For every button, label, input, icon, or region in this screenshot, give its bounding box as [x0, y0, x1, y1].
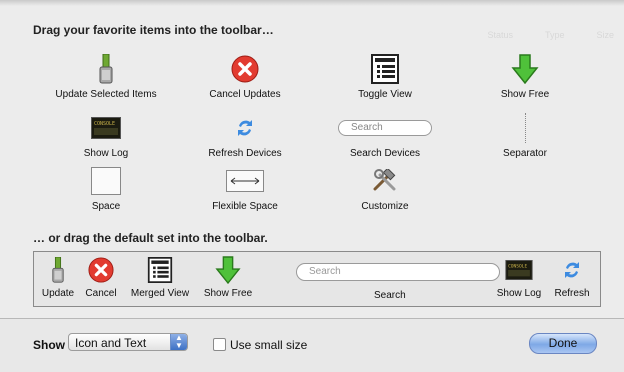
bottom-bar: Show Icon and Text ▲ ▼ Use small size Don…	[0, 318, 624, 372]
toggle-view-icon	[315, 53, 455, 85]
use-small-size-label[interactable]: Use small size	[230, 338, 307, 352]
update-icon	[36, 53, 176, 85]
default-item-show-log: CONSOLE Show Log	[494, 256, 544, 299]
toolbar-item-label: Show Log	[83, 148, 129, 159]
toolbar-item-search-devices[interactable]: Search Search Devices	[315, 112, 455, 159]
bg-header-status: Status	[487, 30, 513, 40]
toolbar-item-separator[interactable]: Separator	[455, 112, 595, 159]
toolbar-item-label: Space	[91, 201, 121, 212]
default-search-field: Search	[296, 263, 500, 281]
toolbar-item-label: Flexible Space	[212, 201, 278, 212]
drag-items-heading: Drag your favorite items into the toolba…	[33, 23, 274, 37]
refresh-icon	[549, 256, 595, 284]
toolbar-item-update-selected[interactable]: Update Selected Items	[36, 53, 176, 100]
default-item-label: Update	[41, 288, 75, 299]
toolbar-item-toggle-view[interactable]: Toggle View	[315, 53, 455, 100]
default-item-label: Cancel	[85, 288, 117, 299]
show-free-arrow-icon	[455, 53, 595, 85]
toolbar-item-label: Customize	[361, 201, 409, 212]
customize-tools-icon	[315, 165, 455, 197]
toolbar-item-customize[interactable]: Customize	[315, 165, 455, 212]
search-field-placeholder: Search	[338, 120, 432, 136]
toolbar-item-cancel-updates[interactable]: Cancel Updates	[175, 53, 315, 100]
bg-header-size: Size	[596, 30, 614, 40]
search-field-preview: Search	[315, 112, 455, 144]
toolbar-item-label: Separator	[503, 148, 547, 159]
refresh-icon	[175, 112, 315, 144]
default-item-refresh: Refresh	[549, 256, 595, 299]
cancel-icon	[175, 53, 315, 85]
toolbar-item-refresh-devices[interactable]: Refresh Devices	[175, 112, 315, 159]
use-small-size-checkbox[interactable]	[213, 338, 226, 351]
toolbar-item-show-log[interactable]: CONSOLE Show Log	[36, 112, 176, 159]
toolbar-item-label: Show Free	[500, 89, 550, 100]
popup-arrows-icon: ▲ ▼	[170, 334, 187, 350]
toggle-view-icon	[126, 256, 194, 284]
toolbar-item-label: Search Devices	[349, 148, 421, 159]
show-free-arrow-icon	[200, 256, 256, 284]
background-column-headers: Status Type Size	[487, 30, 614, 40]
separator-icon	[455, 112, 595, 144]
toolbar-item-space[interactable]: Space	[36, 165, 176, 212]
toolbar-item-label: Refresh Devices	[208, 148, 282, 159]
console-icon-text: CONSOLE	[94, 121, 115, 127]
default-item-label: Show Free	[203, 288, 253, 299]
toolbar-item-show-free[interactable]: Show Free	[455, 53, 595, 100]
default-item-label: Show Log	[496, 288, 542, 299]
done-button[interactable]: Done	[529, 333, 597, 354]
update-icon	[40, 256, 76, 284]
toolbar-item-label: Toggle View	[358, 89, 412, 100]
default-item-label: Merged View	[130, 288, 190, 299]
flexible-space-icon	[175, 165, 315, 197]
show-label: Show	[33, 338, 65, 352]
sheet-top-shadow	[0, 0, 624, 6]
default-toolbar-set[interactable]: Update Cancel Merged View Show Free Sear…	[33, 251, 601, 307]
default-search-label: Search	[374, 290, 406, 301]
space-icon	[36, 165, 176, 197]
toolbar-item-flexible-space[interactable]: Flexible Space	[175, 165, 315, 212]
show-mode-popup[interactable]: Icon and Text ▲ ▼	[68, 333, 188, 351]
drag-default-heading: … or drag the default set into the toolb…	[33, 231, 268, 245]
show-mode-value: Icon and Text	[75, 336, 147, 350]
bg-header-type: Type	[544, 30, 565, 40]
customize-toolbar-sheet: Status Type Size Drag your favorite item…	[0, 0, 624, 372]
cancel-icon	[82, 256, 120, 284]
default-item-merged-view: Merged View	[126, 256, 194, 299]
default-item-update: Update	[40, 256, 76, 299]
toolbar-item-label: Cancel Updates	[209, 89, 281, 100]
console-icon: CONSOLE	[36, 112, 176, 144]
toolbar-item-label: Update Selected Items	[55, 89, 157, 100]
default-item-label: Refresh	[554, 288, 590, 299]
console-icon-text: CONSOLE	[508, 263, 527, 269]
console-icon: CONSOLE	[494, 256, 544, 284]
default-item-cancel: Cancel	[82, 256, 120, 299]
default-item-show-free: Show Free	[200, 256, 256, 299]
